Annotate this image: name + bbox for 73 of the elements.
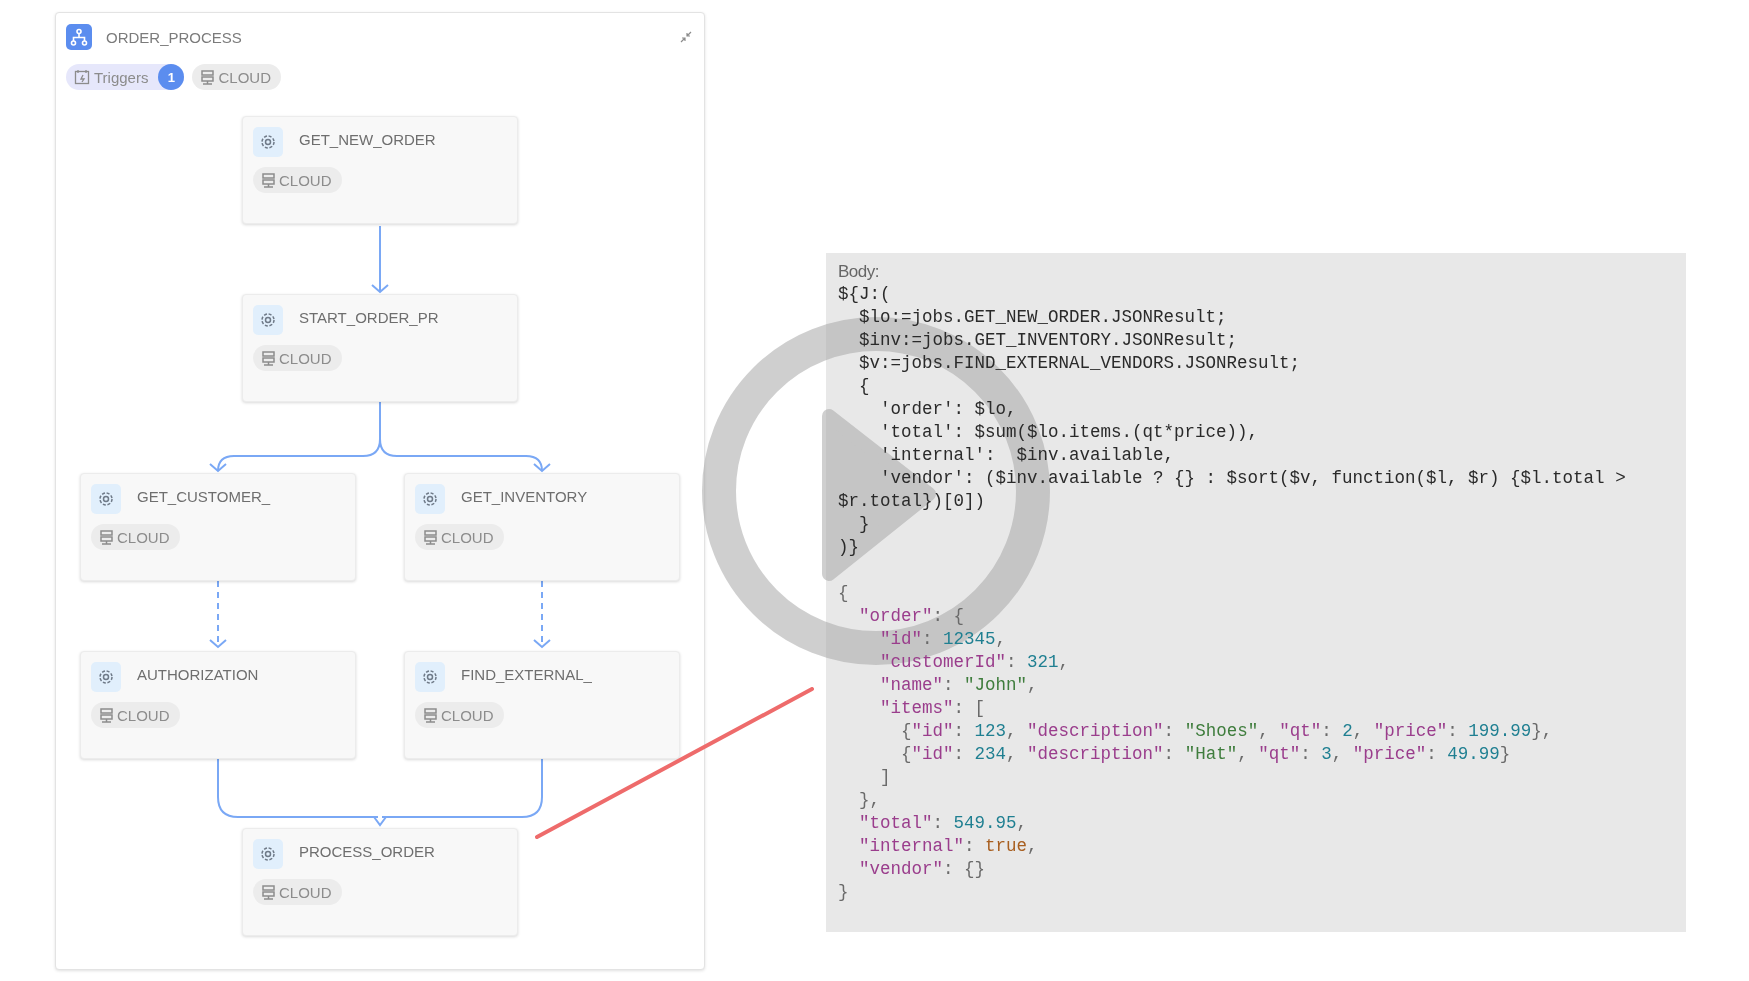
server-icon xyxy=(99,529,114,545)
code-line: $lo:=jobs.GET_NEW_ORDER.JSONResult; xyxy=(858,306,1228,329)
code-line: 'internal': $inv.available, xyxy=(879,444,1176,467)
json-line: ] xyxy=(879,766,892,789)
body-label: Body: xyxy=(838,261,880,283)
location-tag: CLOUD xyxy=(253,167,342,193)
node-title: FIND_EXTERNAL_ xyxy=(461,665,592,683)
node-title: START_ORDER_PR xyxy=(299,308,439,326)
node-title: AUTHORIZATION xyxy=(137,665,259,683)
code-line: { xyxy=(858,375,871,398)
task-node[interactable]: FIND_EXTERNAL_ CLOUD xyxy=(404,651,680,759)
node-title: GET_CUSTOMER_ xyxy=(137,487,271,505)
node-title: PROCESS_ORDER xyxy=(299,842,435,860)
task-node[interactable]: START_ORDER_PR CLOUD xyxy=(242,294,518,402)
code-line: 'order': $lo, xyxy=(879,398,1018,421)
location-tag: CLOUD xyxy=(253,345,342,371)
json-line: "items": [ xyxy=(879,697,987,720)
connector-arrow xyxy=(371,225,389,294)
json-line: "id": 12345, xyxy=(879,628,1008,651)
json-line: } xyxy=(838,881,850,904)
json-line: "vendor": {} xyxy=(858,858,987,881)
node-title: GET_INVENTORY xyxy=(461,487,588,505)
location-tag: CLOUD xyxy=(91,524,180,550)
code-line: $inv:=jobs.GET_INVENTORY.JSONResult; xyxy=(858,329,1239,352)
location-tag: CLOUD xyxy=(192,64,281,90)
json-line: "customerId": 321, xyxy=(879,651,1071,674)
server-icon xyxy=(261,350,276,366)
connector-arrow xyxy=(533,580,551,649)
code-line: $v:=jobs.FIND_EXTERNAL_VENDORS.JSONResult; xyxy=(858,352,1302,375)
gear-icon xyxy=(415,662,445,692)
gear-icon xyxy=(91,484,121,514)
code-line: 'total': $sum($lo.items.(qt*price)), xyxy=(879,421,1260,444)
json-line: "total": 549.95, xyxy=(858,812,1029,835)
gear-icon xyxy=(253,305,283,335)
json-line: "internal": true, xyxy=(858,835,1039,858)
json-line: "name": "John", xyxy=(879,674,1039,697)
task-node[interactable]: AUTHORIZATION CLOUD xyxy=(80,651,356,759)
connector-arrow xyxy=(209,580,227,649)
gear-icon xyxy=(253,839,283,869)
code-line: )} xyxy=(838,536,860,559)
collapse-icon[interactable] xyxy=(680,31,692,43)
task-node[interactable]: GET_INVENTORY CLOUD xyxy=(404,473,680,581)
json-line: {"id": 234, "description": "Hat", "qt": 3, "price": 49.99} xyxy=(900,743,1512,766)
code-line: } xyxy=(858,513,871,536)
location-tag: CLOUD xyxy=(91,702,180,728)
task-node[interactable]: PROCESS_ORDER CLOUD xyxy=(242,828,518,936)
location-tag: CLOUD xyxy=(415,702,504,728)
code-line: ${J:( xyxy=(838,283,892,306)
server-icon xyxy=(423,529,438,545)
json-line: {"id": 123, "description": "Shoes", "qt": 2, "price": 199.99}, xyxy=(900,720,1554,743)
triggers-chip[interactable]: Triggers 1 xyxy=(66,64,185,90)
gear-icon xyxy=(91,662,121,692)
workflow-title: ORDER_PROCESS xyxy=(106,28,242,46)
gear-icon xyxy=(415,484,445,514)
json-line: { xyxy=(838,582,850,605)
code-line: $r.total})[0]) xyxy=(838,490,987,513)
location-tag: CLOUD xyxy=(415,524,504,550)
count-badge: 1 xyxy=(158,64,185,90)
calendar-icon xyxy=(74,69,90,85)
server-icon xyxy=(261,172,276,188)
task-node[interactable]: GET_CUSTOMER_ CLOUD xyxy=(80,473,356,581)
gear-icon xyxy=(253,127,283,157)
task-node[interactable]: GET_NEW_ORDER CLOUD xyxy=(242,116,518,224)
server-icon xyxy=(261,884,276,900)
json-line: }, xyxy=(858,789,881,812)
location-tag: CLOUD xyxy=(253,879,342,905)
server-icon xyxy=(423,707,438,723)
code-line: 'vendor': ($inv.available ? {} : $sort($v, function($l, $r) {$l.total > xyxy=(879,467,1627,490)
workflow-icon xyxy=(66,24,92,50)
server-icon xyxy=(200,69,216,85)
server-icon xyxy=(99,707,114,723)
json-line: "order": { xyxy=(858,605,966,628)
node-title: GET_NEW_ORDER xyxy=(299,130,436,148)
